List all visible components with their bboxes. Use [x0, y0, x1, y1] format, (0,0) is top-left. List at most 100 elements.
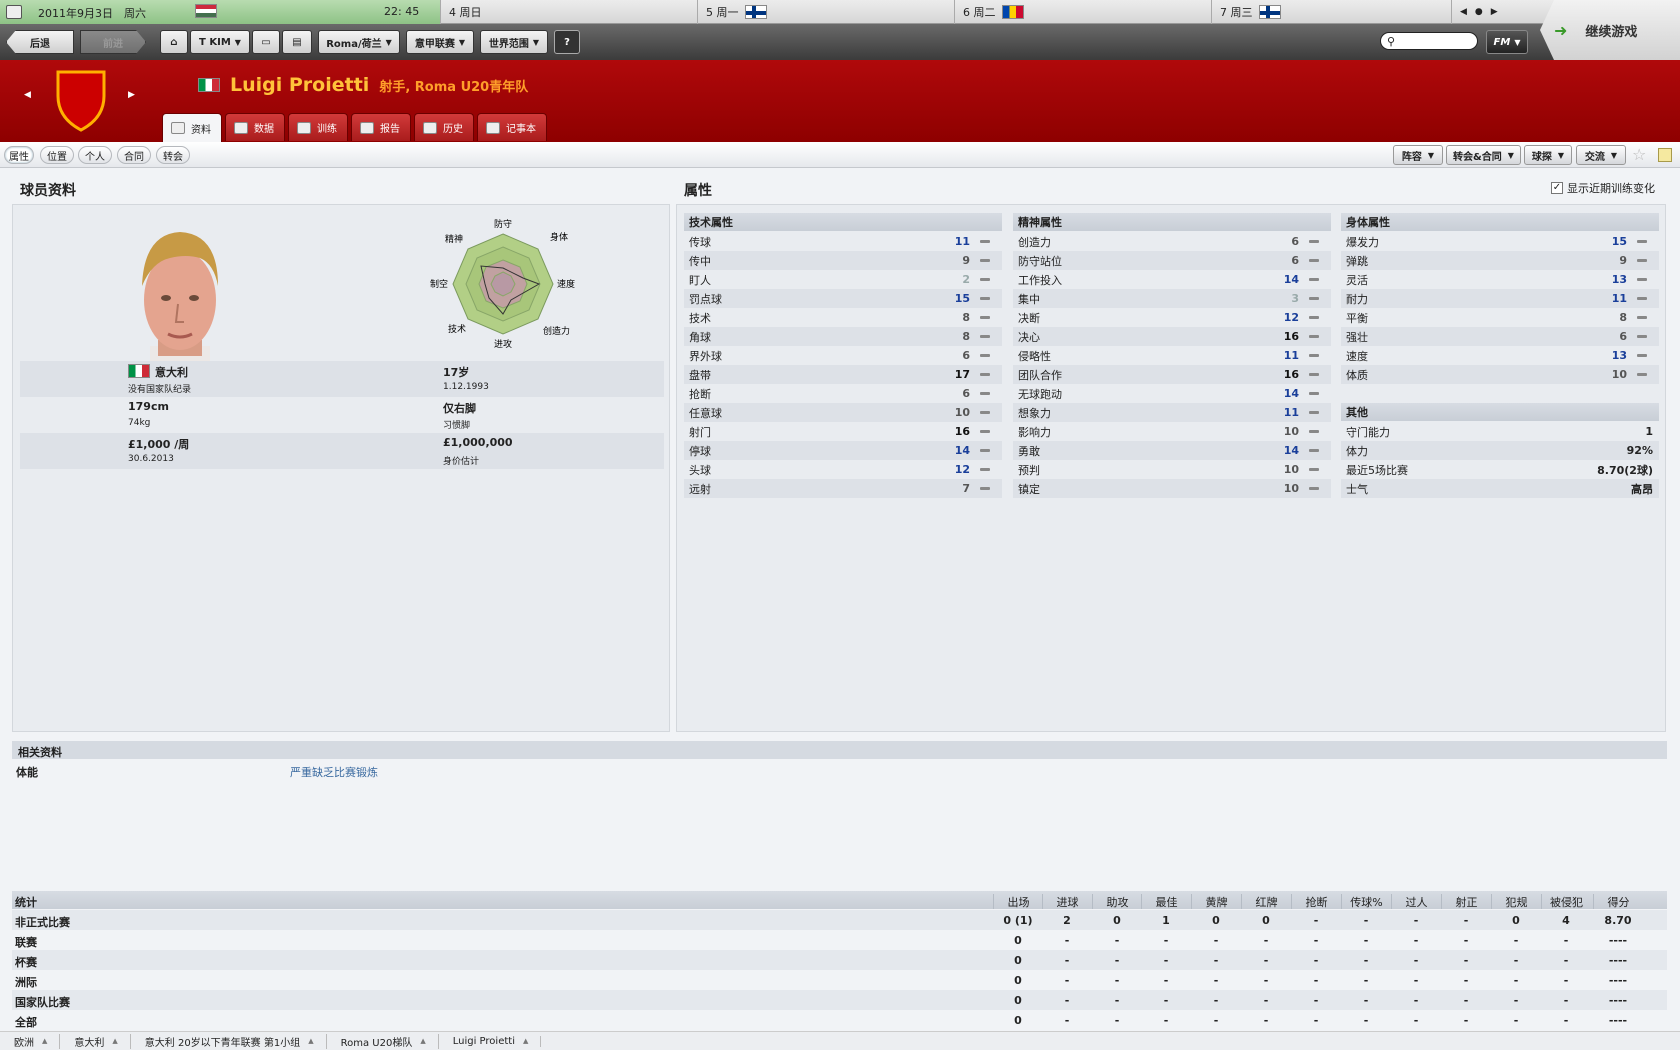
- next-week-icon[interactable]: ▶: [1491, 7, 1498, 17]
- tab-training[interactable]: 训练: [288, 113, 348, 141]
- related-value-link[interactable]: 严重缺乏比赛锻炼: [290, 764, 378, 780]
- stats-column-header[interactable]: 最佳: [1141, 894, 1191, 909]
- calendar-today[interactable]: 2011年9月3日 周六 22: 45: [0, 0, 440, 24]
- breadcrumb-item[interactable]: 意大利 20岁以下青年联赛 第1小组 ▲: [131, 1033, 327, 1049]
- player-face-image: [130, 228, 230, 362]
- scout-menu[interactable]: 球探 ▼: [1524, 145, 1572, 165]
- stats-column-header[interactable]: 红牌: [1241, 894, 1291, 909]
- calendar-icon[interactable]: [6, 5, 22, 19]
- tab-stats[interactable]: 数据: [225, 113, 285, 141]
- stats-cell: 0: [1014, 954, 1022, 967]
- attribute-value: 14: [1283, 387, 1299, 400]
- league-menu[interactable]: 意甲联赛 ▼: [406, 30, 474, 54]
- breadcrumb-item[interactable]: 意大利 ▲: [60, 1033, 131, 1049]
- tab-notebook[interactable]: 记事本: [477, 113, 547, 141]
- breadcrumb-label: Luigi Proietti: [452, 1035, 515, 1047]
- calendar-day-5[interactable]: 5 周一: [697, 0, 954, 24]
- stats-row-label: 洲际: [15, 976, 37, 989]
- stats-column-header[interactable]: 传球%: [1341, 894, 1391, 909]
- calendar-day-6[interactable]: 6 周二: [954, 0, 1211, 24]
- chevron-up-icon[interactable]: ▲: [308, 1037, 313, 1045]
- breadcrumb-item[interactable]: 欧洲 ▲: [0, 1033, 61, 1049]
- interaction-menu-label: 交流: [1584, 151, 1605, 163]
- chevron-up-icon[interactable]: ▲: [112, 1037, 117, 1045]
- stats-column-header[interactable]: 黄牌: [1191, 894, 1241, 909]
- attribute-row: 爆发力 15: [1341, 232, 1659, 251]
- subtab-transfer[interactable]: 转会: [156, 146, 190, 164]
- stats-cell: -: [1363, 1014, 1369, 1027]
- chevron-up-icon[interactable]: ▲: [523, 1037, 528, 1045]
- interaction-menu[interactable]: 交流 ▼: [1576, 145, 1626, 165]
- stats-column-header[interactable]: 犯规: [1491, 894, 1541, 909]
- attribute-value: 2: [962, 273, 970, 286]
- stats-column-header[interactable]: 进球: [1042, 894, 1092, 909]
- physical-header: 身体属性: [1341, 213, 1659, 231]
- shortlist-star-icon[interactable]: ☆: [1632, 145, 1646, 164]
- stats-column-header[interactable]: 被侵犯: [1541, 894, 1591, 909]
- today-dot-icon[interactable]: ●: [1475, 7, 1483, 17]
- transfer-contract-menu[interactable]: 转会&合同 ▼: [1446, 145, 1521, 165]
- prev-week-icon[interactable]: ◀: [1460, 7, 1467, 17]
- attribute-name: 爆发力: [1346, 235, 1379, 249]
- attribute-value: 6: [962, 349, 970, 362]
- chevron-up-icon[interactable]: ▲: [42, 1037, 47, 1045]
- trend-flat-icon: [980, 297, 990, 300]
- forward-button[interactable]: 前进: [80, 30, 146, 54]
- attribute-name: 工作投入: [1018, 273, 1062, 287]
- back-button[interactable]: 后退: [6, 30, 74, 54]
- stats-column-header[interactable]: 过人: [1391, 894, 1441, 909]
- stats-column-header[interactable]: 抢断: [1291, 894, 1341, 909]
- fm-menu[interactable]: FM ▼: [1486, 30, 1528, 54]
- stats-row: 洲际 0- - - - - - - - - - - ----: [12, 970, 1667, 990]
- manager-menu[interactable]: T KIM ▼: [190, 30, 250, 54]
- news-button[interactable]: ▤: [282, 30, 312, 54]
- inbox-button[interactable]: ▭: [252, 30, 280, 54]
- subtab-personal[interactable]: 个人: [78, 146, 112, 164]
- stats-column-header[interactable]: 助攻: [1092, 894, 1142, 909]
- squad-menu[interactable]: 阵容 ▼: [1393, 145, 1443, 165]
- attribute-row: 影响力 10: [1013, 422, 1331, 441]
- calendar-day-4[interactable]: 4 周日: [440, 0, 697, 24]
- show-changes-toggle[interactable]: ✓ 显示近期训练变化: [1551, 180, 1655, 196]
- stats-column-header[interactable]: 出场: [993, 894, 1043, 909]
- subtab-attributes[interactable]: 属性: [4, 146, 34, 164]
- wage: £1,000 /周: [128, 438, 190, 451]
- subtab-positions[interactable]: 位置: [40, 146, 74, 164]
- breadcrumb-item[interactable]: Luigi Proietti ▲: [439, 1035, 542, 1047]
- stats-column-header[interactable]: 得分: [1593, 894, 1643, 909]
- stats-cell: -: [1064, 1014, 1070, 1027]
- next-player-icon[interactable]: ▶: [128, 90, 135, 100]
- attribute-value: 14: [1283, 273, 1299, 286]
- attribute-value: 14: [1283, 444, 1299, 457]
- trend-flat-icon: [1309, 297, 1319, 300]
- home-button[interactable]: ⌂: [160, 30, 188, 54]
- attribute-row: 勇敢 14: [1013, 441, 1331, 460]
- chevron-down-icon: ▼: [1507, 150, 1514, 160]
- attribute-row: 灵活 13: [1341, 270, 1659, 289]
- attribute-row: 射门 16: [684, 422, 1002, 441]
- trend-flat-icon: [1309, 278, 1319, 281]
- attribute-value: 10: [1283, 425, 1299, 438]
- attribute-value: 9: [1619, 254, 1627, 267]
- checkbox-checked-icon[interactable]: ✓: [1551, 182, 1563, 194]
- calendar-day-7[interactable]: 7 周三: [1211, 0, 1451, 24]
- club-menu[interactable]: Roma/荷兰 ▼: [318, 30, 400, 54]
- chevron-up-icon[interactable]: ▲: [420, 1037, 425, 1045]
- stats-cell: 0: [1212, 914, 1220, 927]
- help-button[interactable]: ?: [554, 30, 580, 54]
- tab-label: 记事本: [506, 124, 536, 135]
- breadcrumb-item[interactable]: Roma U20梯队 ▲: [327, 1033, 439, 1049]
- world-menu[interactable]: 世界范围 ▼: [480, 30, 548, 54]
- tab-report[interactable]: 报告: [351, 113, 411, 141]
- attribute-value: 8: [962, 311, 970, 324]
- stats-column-header[interactable]: 射正: [1441, 894, 1491, 909]
- stats-cell: -: [1213, 954, 1219, 967]
- chevron-down-icon: ▼: [1514, 37, 1521, 47]
- prev-player-icon[interactable]: ◀: [24, 90, 31, 100]
- subtab-contract[interactable]: 合同: [117, 146, 151, 164]
- add-note-icon[interactable]: [1658, 148, 1672, 162]
- continue-button[interactable]: ➜ 继续游戏: [1540, 0, 1680, 60]
- tab-profile[interactable]: 资料: [162, 113, 222, 142]
- tab-history[interactable]: 历史: [414, 113, 474, 141]
- search-input[interactable]: ⚲: [1380, 32, 1478, 50]
